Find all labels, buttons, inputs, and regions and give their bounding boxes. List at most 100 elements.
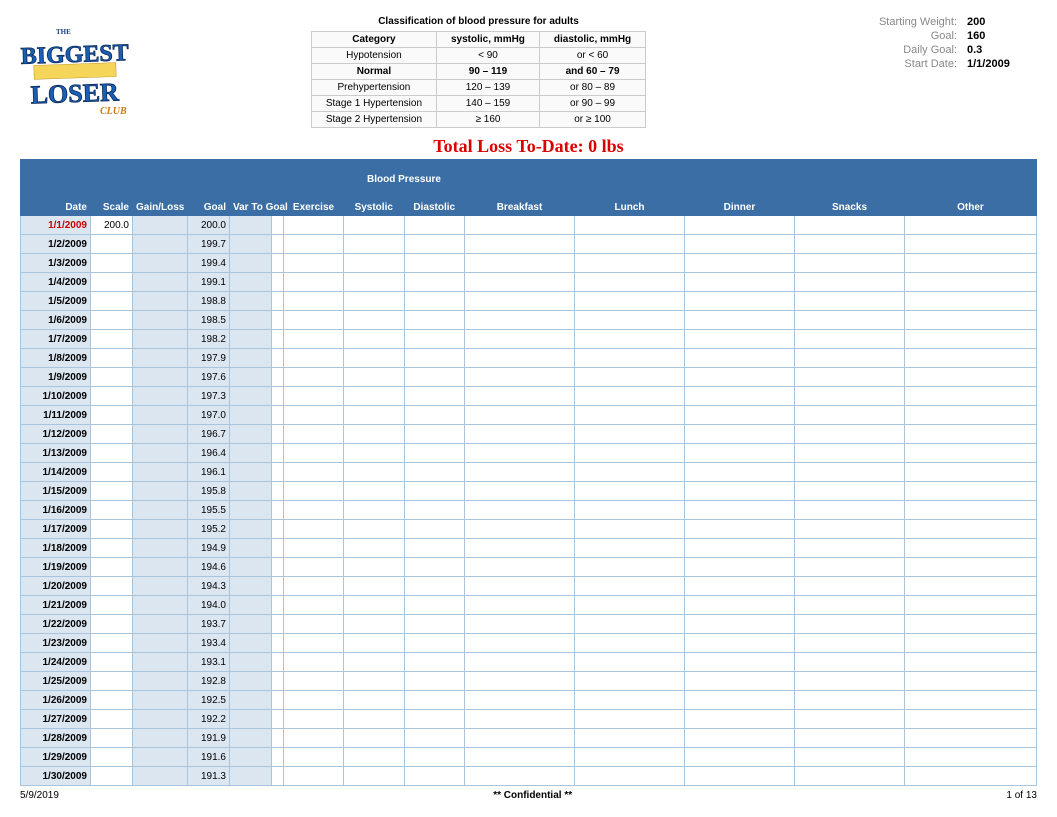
cell-sn (795, 387, 905, 406)
cell-di (685, 577, 795, 596)
cell-scale (91, 330, 133, 349)
cell-gl (133, 558, 188, 577)
cell-ot (905, 463, 1037, 482)
cell-lu (575, 387, 685, 406)
cell-lu (575, 273, 685, 292)
cell-di (685, 368, 795, 387)
cell-dia (404, 672, 465, 691)
cell-scale (91, 273, 133, 292)
table-row: 1/17/2009195.2 (21, 520, 1037, 539)
cell-sn (795, 425, 905, 444)
table-row: 1/15/2009195.8 (21, 482, 1037, 501)
cell-var (230, 653, 272, 672)
cell-bf (465, 634, 575, 653)
cell-ex (284, 463, 344, 482)
cell-lu (575, 710, 685, 729)
cell-dia (404, 501, 465, 520)
logo: THE BIGGEST LOSER CLUB (20, 20, 140, 123)
bp-th-sys: systolic, mmHg (437, 32, 540, 48)
cell-date: 1/20/2009 (21, 577, 91, 596)
cell-di (685, 710, 795, 729)
cell-di (685, 254, 795, 273)
cell-var (230, 311, 272, 330)
cell-dia (404, 425, 465, 444)
table-row: 1/9/2009197.6 (21, 368, 1037, 387)
cell-date: 1/21/2009 (21, 596, 91, 615)
cell-scale (91, 767, 133, 786)
cell-var (230, 520, 272, 539)
table-row: 1/28/2009191.9 (21, 729, 1037, 748)
cell-ot (905, 425, 1037, 444)
cell-dia (404, 767, 465, 786)
table-row: 1/21/2009194.0 (21, 596, 1037, 615)
cell-di (685, 425, 795, 444)
bp-cell: Hypotension (311, 48, 436, 64)
cell-lu (575, 330, 685, 349)
cell-sys (344, 520, 405, 539)
cell-lu (575, 425, 685, 444)
cell-bf (465, 672, 575, 691)
th-var: Var To Goal (230, 160, 272, 216)
cell-scale: 200.0 (91, 216, 133, 235)
svg-text:CLUB: CLUB (100, 106, 127, 117)
cell-lu (575, 634, 685, 653)
bp-th-dia: diastolic, mmHg (539, 32, 645, 48)
cell-dia (404, 691, 465, 710)
cell-varx (272, 710, 284, 729)
cell-sn (795, 406, 905, 425)
cell-var (230, 387, 272, 406)
table-row: 1/13/2009196.4 (21, 444, 1037, 463)
cell-dia (404, 615, 465, 634)
cell-di (685, 596, 795, 615)
bp-cell: and 60 – 79 (539, 64, 645, 80)
footer-page: 1 of 13 (1006, 790, 1037, 801)
cell-varx (272, 273, 284, 292)
cell-dia (404, 273, 465, 292)
cell-date: 1/25/2009 (21, 672, 91, 691)
cell-gl (133, 501, 188, 520)
cell-sn (795, 653, 905, 672)
cell-scale (91, 349, 133, 368)
cell-sn (795, 634, 905, 653)
cell-sys (344, 406, 405, 425)
cell-dia (404, 216, 465, 235)
cell-gl (133, 672, 188, 691)
cell-scale (91, 368, 133, 387)
cell-var (230, 273, 272, 292)
cell-sys (344, 691, 405, 710)
bp-cell: 120 – 139 (437, 80, 540, 96)
cell-goal: 200.0 (188, 216, 230, 235)
cell-bf (465, 368, 575, 387)
table-row: 1/6/2009198.5 (21, 311, 1037, 330)
cell-sys (344, 539, 405, 558)
cell-varx (272, 292, 284, 311)
cell-var (230, 235, 272, 254)
cell-di (685, 767, 795, 786)
cell-varx (272, 216, 284, 235)
table-row: 1/25/2009192.8 (21, 672, 1037, 691)
cell-ex (284, 539, 344, 558)
table-row: 1/19/2009194.6 (21, 558, 1037, 577)
cell-var (230, 406, 272, 425)
cell-gl (133, 767, 188, 786)
start-date-value: 1/1/2009 (967, 58, 1037, 70)
bp-cell: or ≥ 100 (539, 112, 645, 128)
cell-bf (465, 292, 575, 311)
cell-lu (575, 235, 685, 254)
table-row: 1/14/2009196.1 (21, 463, 1037, 482)
cell-date: 1/11/2009 (21, 406, 91, 425)
cell-lu (575, 463, 685, 482)
cell-ot (905, 482, 1037, 501)
cell-bf (465, 767, 575, 786)
cell-scale (91, 596, 133, 615)
cell-bf (465, 273, 575, 292)
cell-bf (465, 349, 575, 368)
cell-di (685, 615, 795, 634)
cell-di (685, 292, 795, 311)
cell-varx (272, 729, 284, 748)
cell-lu (575, 406, 685, 425)
cell-var (230, 691, 272, 710)
table-row: 1/5/2009198.8 (21, 292, 1037, 311)
cell-lu (575, 748, 685, 767)
cell-gl (133, 330, 188, 349)
